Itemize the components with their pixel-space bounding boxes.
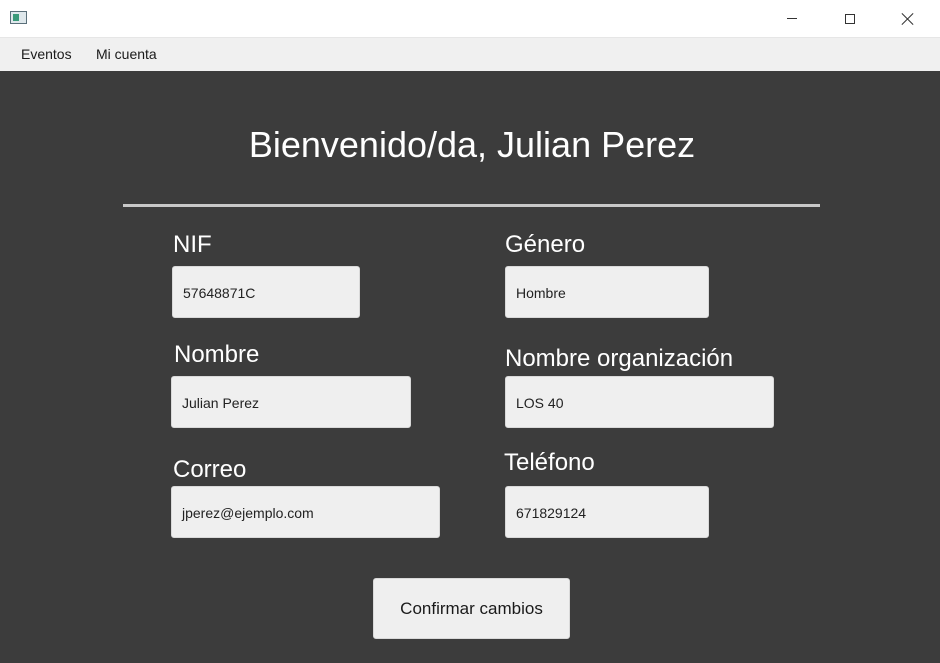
genero-label: Género: [505, 231, 586, 258]
title-bar: [0, 0, 940, 38]
correo-label: Correo: [173, 456, 247, 483]
menu-eventos[interactable]: Eventos: [21, 38, 72, 71]
divider: [123, 204, 820, 207]
menu-mi-cuenta[interactable]: Mi cuenta: [96, 38, 157, 71]
telefono-label: Teléfono: [504, 449, 595, 476]
maximize-icon: [845, 13, 855, 24]
close-icon: [901, 12, 915, 26]
confirm-changes-button[interactable]: Confirmar cambios: [373, 578, 570, 639]
app-icon: [10, 11, 27, 24]
organizacion-field[interactable]: LOS 40: [505, 376, 774, 428]
welcome-heading: Bienvenido/da, Julian Perez: [248, 124, 696, 165]
menu-bar: Eventos Mi cuenta: [0, 38, 940, 71]
maximize-button[interactable]: [821, 0, 879, 37]
nombre-field[interactable]: Julian Perez: [171, 376, 411, 428]
close-button[interactable]: [879, 0, 937, 37]
minimize-icon: [787, 18, 797, 19]
genero-field[interactable]: Hombre: [505, 266, 709, 318]
nombre-label: Nombre: [174, 341, 260, 368]
organizacion-label: Nombre organización: [505, 345, 734, 372]
nif-field[interactable]: 57648871C: [172, 266, 360, 318]
minimize-button[interactable]: [763, 0, 821, 37]
nif-label: NIF: [173, 231, 212, 258]
telefono-field[interactable]: 671829124: [505, 486, 709, 538]
correo-field[interactable]: jperez@ejemplo.com: [171, 486, 440, 538]
